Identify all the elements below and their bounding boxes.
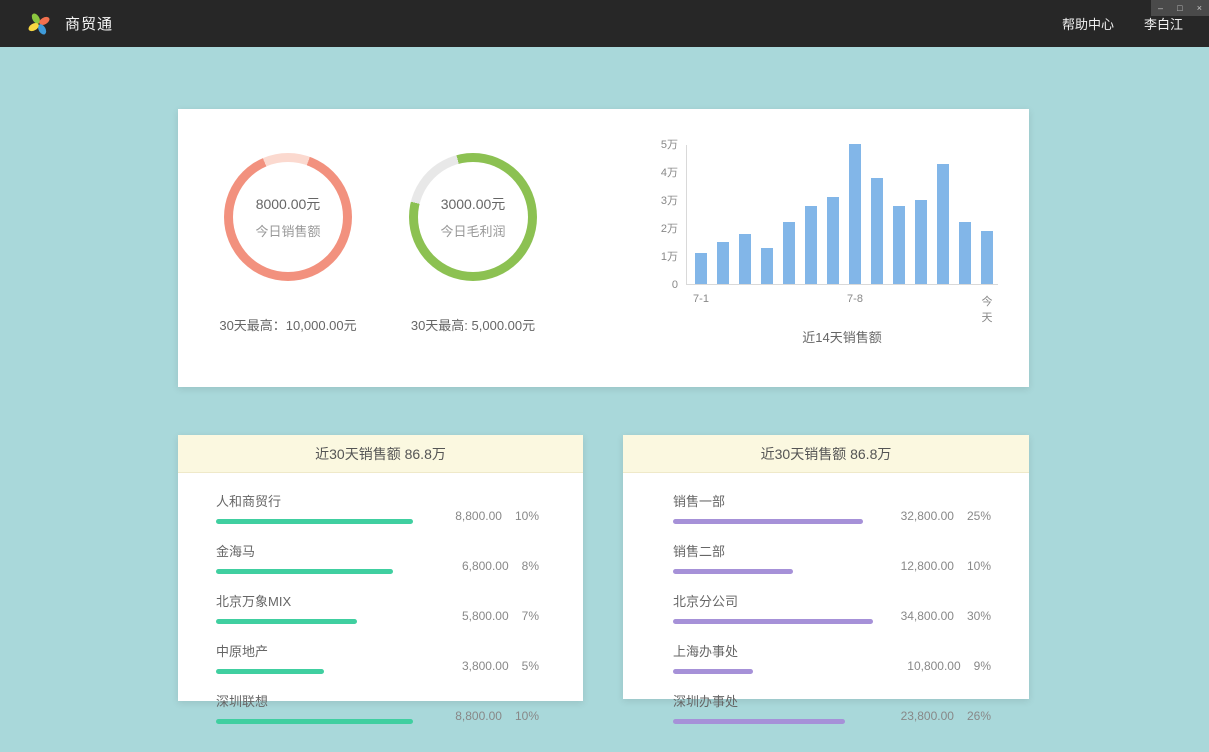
chart-bar [959, 222, 971, 284]
customer-ranking-card: 近30天销售额 86.8万 人和商贸行8,800.0010%金海马6,800.0… [178, 435, 583, 701]
ranking-row: 金海马6,800.008% [216, 533, 539, 583]
window-controls: – □ × [1151, 0, 1209, 16]
ranking-row: 中原地产3,800.005% [216, 633, 539, 683]
ranking-bar [216, 719, 413, 724]
department-ranking-list: 销售一部32,800.0025%销售二部12,800.0010%北京分公司34,… [623, 473, 1029, 733]
today-sales-value: 8000.00元 [256, 194, 321, 214]
y-tick-label: 0 [648, 278, 678, 292]
today-profit-ring: 3000.00元 今日毛利润 [409, 153, 537, 281]
y-tick-label: 2万 [648, 222, 678, 236]
ranking-bar [216, 619, 357, 624]
ranking-value: 8,800.0010% [455, 509, 539, 524]
ranking-bar [216, 569, 393, 574]
summary-card: 8000.00元 今日销售额 30天最高：10,000.00元 3000.00元… [178, 109, 1029, 387]
department-ranking-title: 近30天销售额 86.8万 [623, 435, 1029, 473]
chart-bar [761, 248, 773, 284]
ranking-value: 8,800.0010% [455, 709, 539, 724]
today-profit-block: 3000.00元 今日毛利润 30天最高: 5,000.00元 [373, 153, 573, 334]
close-button[interactable]: × [1197, 0, 1202, 16]
customer-ranking-title: 近30天销售额 86.8万 [178, 435, 583, 473]
ranking-name: 上海办事处 [673, 641, 907, 660]
ranking-name: 中原地产 [216, 641, 462, 660]
ranking-row: 北京万象MIX5,800.007% [216, 583, 539, 633]
chart-bar [981, 231, 993, 284]
app-logo-icon [26, 11, 52, 37]
customer-ranking-list: 人和商贸行8,800.0010%金海马6,800.008%北京万象MIX5,80… [178, 473, 583, 733]
ranking-bar [673, 719, 845, 724]
ranking-row: 深圳联想8,800.0010% [216, 683, 539, 733]
x-tick-label: 今天 [982, 293, 993, 325]
ring-center: 8000.00元 今日销售额 [233, 162, 343, 272]
ranking-name: 深圳联想 [216, 691, 455, 710]
today-sales-block: 8000.00元 今日销售额 30天最高：10,000.00元 [188, 153, 388, 334]
department-ranking-card: 近30天销售额 86.8万 销售一部32,800.0025%销售二部12,800… [623, 435, 1029, 699]
ranking-row: 深圳办事处23,800.0026% [673, 683, 991, 733]
chart-bar [783, 222, 795, 284]
ranking-name: 人和商贸行 [216, 491, 455, 510]
ranking-row: 上海办事处10,800.009% [673, 633, 991, 683]
today-sales-ring: 8000.00元 今日销售额 [224, 153, 352, 281]
ranking-value: 3,800.005% [462, 659, 539, 674]
today-sales-footnote: 30天最高：10,000.00元 [188, 315, 388, 334]
ranking-value: 6,800.008% [462, 559, 539, 574]
today-profit-footnote: 30天最高: 5,000.00元 [373, 315, 573, 334]
chart-bar [805, 206, 817, 284]
chart-bar [739, 234, 751, 284]
ranking-value: 34,800.0030% [901, 609, 991, 624]
chart-bar [827, 197, 839, 284]
y-tick-label: 3万 [648, 194, 678, 208]
chart-bar [695, 253, 707, 284]
chart-bar [717, 242, 729, 284]
chart-bar [915, 200, 927, 284]
ranking-name: 销售二部 [673, 541, 901, 560]
ranking-row: 北京分公司34,800.0030% [673, 583, 991, 633]
ranking-name: 北京分公司 [673, 591, 901, 610]
ranking-bar [673, 619, 873, 624]
today-sales-label: 今日销售额 [255, 221, 320, 240]
app-title: 商贸通 [65, 13, 113, 34]
ranking-name: 北京万象MIX [216, 591, 462, 610]
chart-bar [871, 178, 883, 284]
bar-chart: 5万4万3万2万1万07-17-8今天 [686, 145, 998, 285]
y-tick-label: 5万 [648, 138, 678, 152]
y-tick-label: 1万 [648, 250, 678, 264]
ranking-bar [673, 519, 863, 524]
minimize-button[interactable]: – [1158, 0, 1163, 16]
ranking-bar [216, 669, 324, 674]
ranking-name: 深圳办事处 [673, 691, 901, 710]
ranking-value: 5,800.007% [462, 609, 539, 624]
ranking-value: 32,800.0025% [901, 509, 991, 524]
help-center-link[interactable]: 帮助中心 [1062, 14, 1114, 33]
chart-bar [893, 206, 905, 284]
ranking-bar [673, 669, 753, 674]
x-tick-label: 7-8 [847, 293, 863, 305]
ring-center: 3000.00元 今日毛利润 [418, 162, 528, 272]
today-profit-value: 3000.00元 [441, 194, 506, 214]
chart-bar [849, 144, 861, 284]
ranking-value: 23,800.0026% [901, 709, 991, 724]
ranking-bar [216, 519, 413, 524]
ranking-value: 10,800.009% [907, 659, 991, 674]
chart-bar [937, 164, 949, 284]
today-profit-label: 今日毛利润 [440, 221, 505, 240]
ranking-row: 销售二部12,800.0010% [673, 533, 991, 583]
app-header: 商贸通 帮助中心 李白江 [0, 0, 1209, 47]
user-name-link[interactable]: 李白江 [1144, 14, 1183, 33]
bar-chart-title: 近14天销售额 [686, 327, 998, 346]
ranking-name: 金海马 [216, 541, 462, 560]
y-tick-label: 4万 [648, 166, 678, 180]
ranking-row: 人和商贸行8,800.0010% [216, 483, 539, 533]
bar-chart-plot [687, 145, 998, 284]
ranking-value: 12,800.0010% [901, 559, 991, 574]
ranking-name: 销售一部 [673, 491, 901, 510]
ranking-row: 销售一部32,800.0025% [673, 483, 991, 533]
x-tick-label: 7-1 [693, 293, 709, 305]
maximize-button[interactable]: □ [1177, 0, 1182, 16]
ranking-bar [673, 569, 793, 574]
